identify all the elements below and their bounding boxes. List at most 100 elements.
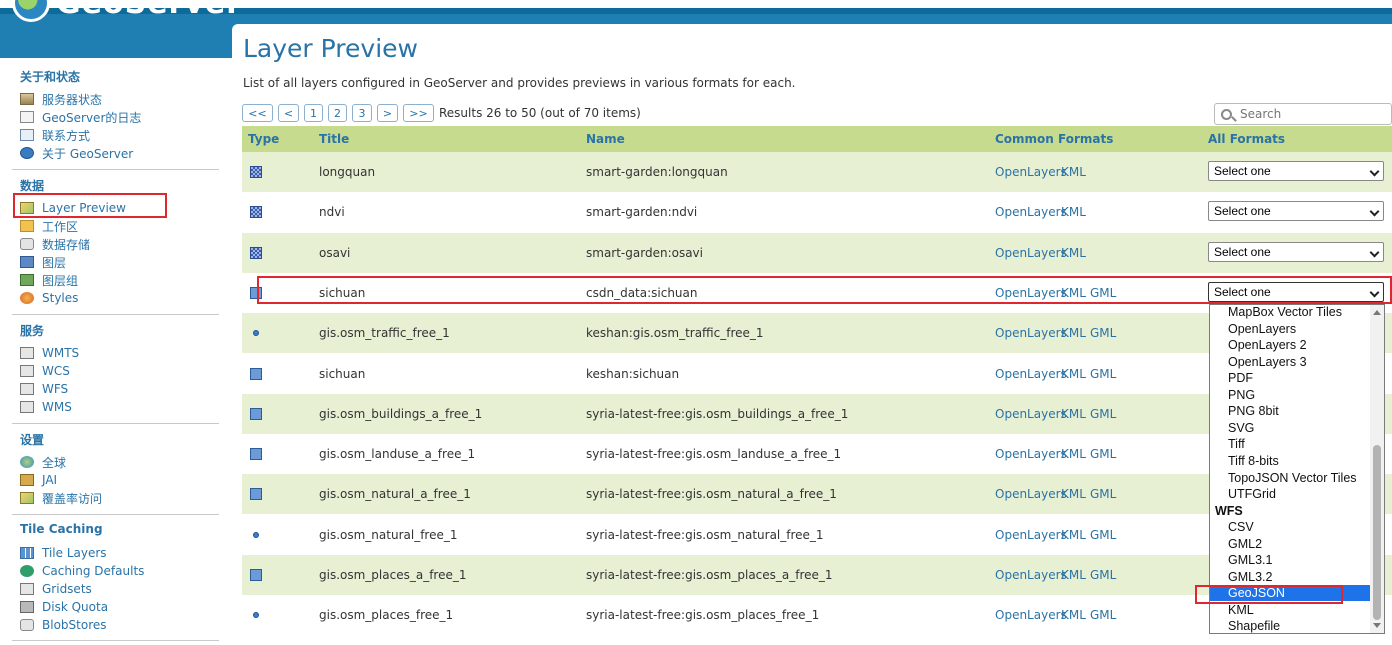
pager-prev-button[interactable]: < (278, 104, 299, 122)
sidebar-item[interactable]: 服务器状态 (20, 90, 102, 108)
pager-last-button[interactable]: >> (403, 104, 434, 122)
sidebar-item[interactable]: 全球 (20, 453, 66, 471)
dropdown-scrollbar[interactable] (1370, 305, 1384, 633)
format-link-openlayers[interactable]: OpenLayers (995, 608, 1067, 622)
column-header-type[interactable]: Type (248, 132, 279, 146)
format-link-kml[interactable]: KML (1061, 407, 1086, 421)
all-formats-select[interactable]: Select one (1208, 161, 1384, 181)
format-link-gml[interactable]: GML (1090, 568, 1116, 582)
format-link-openlayers[interactable]: OpenLayers (995, 528, 1067, 542)
folder-icon (20, 220, 34, 232)
sidebar-item[interactable]: WMTS (20, 344, 79, 362)
format-link-openlayers[interactable]: OpenLayers (995, 326, 1067, 340)
layer-title: sichuan (319, 366, 366, 381)
format-link-openlayers[interactable]: OpenLayers (995, 407, 1067, 421)
format-link-openlayers[interactable]: OpenLayers (995, 165, 1067, 179)
format-link-kml[interactable]: KML (1061, 246, 1086, 260)
sidebar-item[interactable]: 联系方式 (20, 126, 90, 144)
table-header: Type Title Name Common Formats All Forma… (242, 126, 1392, 152)
sidebar-item[interactable]: 数据存储 (20, 235, 90, 253)
dropdown-option[interactable]: UTFGrid (1210, 486, 1370, 502)
tiles-icon (20, 547, 34, 559)
format-link-openlayers[interactable]: OpenLayers (995, 568, 1067, 582)
pager-page-3[interactable]: 3 (352, 104, 372, 122)
format-link-openlayers[interactable]: OpenLayers (995, 246, 1067, 260)
format-link-gml[interactable]: GML (1090, 407, 1116, 421)
search-box[interactable] (1214, 103, 1392, 125)
format-link-kml[interactable]: KML (1061, 528, 1086, 542)
sidebar-item[interactable]: 工作区 (20, 217, 78, 235)
pager-page-2[interactable]: 2 (328, 104, 347, 122)
dropdown-option[interactable]: TopoJSON Vector Tiles (1210, 470, 1370, 486)
scroll-up-arrow-icon[interactable] (1373, 310, 1381, 315)
sidebar-item[interactable]: BlobStores (20, 616, 107, 634)
column-header-name[interactable]: Name (586, 132, 625, 146)
dropdown-option[interactable]: OpenLayers 3 (1210, 354, 1370, 370)
sidebar-item[interactable]: Tile Layers (20, 544, 107, 562)
dropdown-option[interactable]: Shapefile (1210, 618, 1370, 633)
format-link-kml[interactable]: KML (1061, 608, 1086, 622)
format-link-openlayers[interactable]: OpenLayers (995, 367, 1067, 381)
dropdown-option[interactable]: OpenLayers 2 (1210, 337, 1370, 353)
scrollbar-thumb[interactable] (1373, 445, 1381, 620)
blobstore-icon (20, 619, 34, 631)
sidebar-item-label: 图层 (42, 255, 67, 270)
sidebar-item[interactable]: Caching Defaults (20, 562, 144, 580)
dropdown-option[interactable]: PDF (1210, 370, 1370, 386)
layer-group-icon (20, 274, 34, 286)
format-link-kml[interactable]: KML (1061, 165, 1086, 179)
dropdown-option[interactable]: OpenLayers (1210, 321, 1370, 337)
dropdown-option[interactable]: SVG (1210, 420, 1370, 436)
logo-text: GeoServer (56, 0, 243, 21)
sidebar-item[interactable]: Gridsets (20, 580, 92, 598)
sidebar-item[interactable]: 覆盖率访问 (20, 489, 102, 507)
format-link-gml[interactable]: GML (1090, 487, 1116, 501)
scroll-down-arrow-icon[interactable] (1373, 623, 1381, 628)
format-link-kml[interactable]: KML (1061, 326, 1086, 340)
point-layer-icon (253, 531, 259, 538)
select-value: Select one (1214, 204, 1271, 219)
sidebar-item[interactable]: WFS (20, 380, 68, 398)
all-formats-select[interactable]: Select one (1208, 201, 1384, 222)
dropdown-option[interactable]: Tiff 8-bits (1210, 453, 1370, 469)
sidebar-item[interactable]: 图层 (20, 253, 66, 271)
sidebar-item[interactable]: Disk Quota (20, 598, 108, 616)
format-link-gml[interactable]: GML (1090, 326, 1116, 340)
sidebar-item[interactable]: WCS (20, 362, 70, 380)
format-link-openlayers[interactable]: OpenLayers (995, 487, 1067, 501)
sidebar-item[interactable]: WMS (20, 398, 72, 416)
format-link-gml[interactable]: GML (1090, 447, 1116, 461)
dropdown-option[interactable]: MapBox Vector Tiles (1210, 305, 1370, 320)
sidebar-item[interactable]: GeoServer的日志 (20, 108, 141, 126)
format-link-kml[interactable]: KML (1061, 568, 1086, 582)
dropdown-option[interactable]: GML3.2 (1210, 569, 1370, 585)
format-link-kml[interactable]: KML (1061, 487, 1086, 501)
geoserver-logo[interactable]: GeoServer (12, 0, 243, 22)
format-link-gml[interactable]: GML (1090, 528, 1116, 542)
format-link-openlayers[interactable]: OpenLayers (995, 447, 1067, 461)
format-link-gml[interactable]: GML (1090, 608, 1116, 622)
dropdown-option[interactable]: PNG 8bit (1210, 403, 1370, 419)
column-header-title[interactable]: Title (319, 132, 349, 146)
format-link-kml[interactable]: KML (1061, 205, 1086, 219)
log-icon (20, 111, 34, 123)
dropdown-option[interactable]: GML3.1 (1210, 552, 1370, 568)
sidebar-item[interactable]: 关于 GeoServer (20, 144, 133, 162)
format-link-kml[interactable]: KML (1061, 367, 1086, 381)
format-link-kml[interactable]: KML (1061, 447, 1086, 461)
format-link-openlayers[interactable]: OpenLayers (995, 205, 1067, 219)
sidebar-item[interactable]: JAI (20, 471, 57, 489)
pager-first-button[interactable]: << (242, 104, 273, 122)
format-link-gml[interactable]: GML (1090, 367, 1116, 381)
sidebar-item[interactable]: 图层组 (20, 271, 78, 289)
dropdown-option[interactable]: PNG (1210, 387, 1370, 403)
dropdown-option[interactable]: KML (1210, 602, 1370, 618)
pager-page-1[interactable]: 1 (304, 104, 323, 122)
search-input[interactable] (1240, 107, 1380, 121)
dropdown-option[interactable]: GML2 (1210, 536, 1370, 552)
dropdown-option[interactable]: CSV (1210, 519, 1370, 535)
all-formats-select[interactable]: Select one (1208, 241, 1384, 262)
pager-next-button[interactable]: > (377, 104, 398, 122)
sidebar-item[interactable]: Styles (20, 289, 78, 307)
dropdown-option[interactable]: Tiff (1210, 436, 1370, 452)
